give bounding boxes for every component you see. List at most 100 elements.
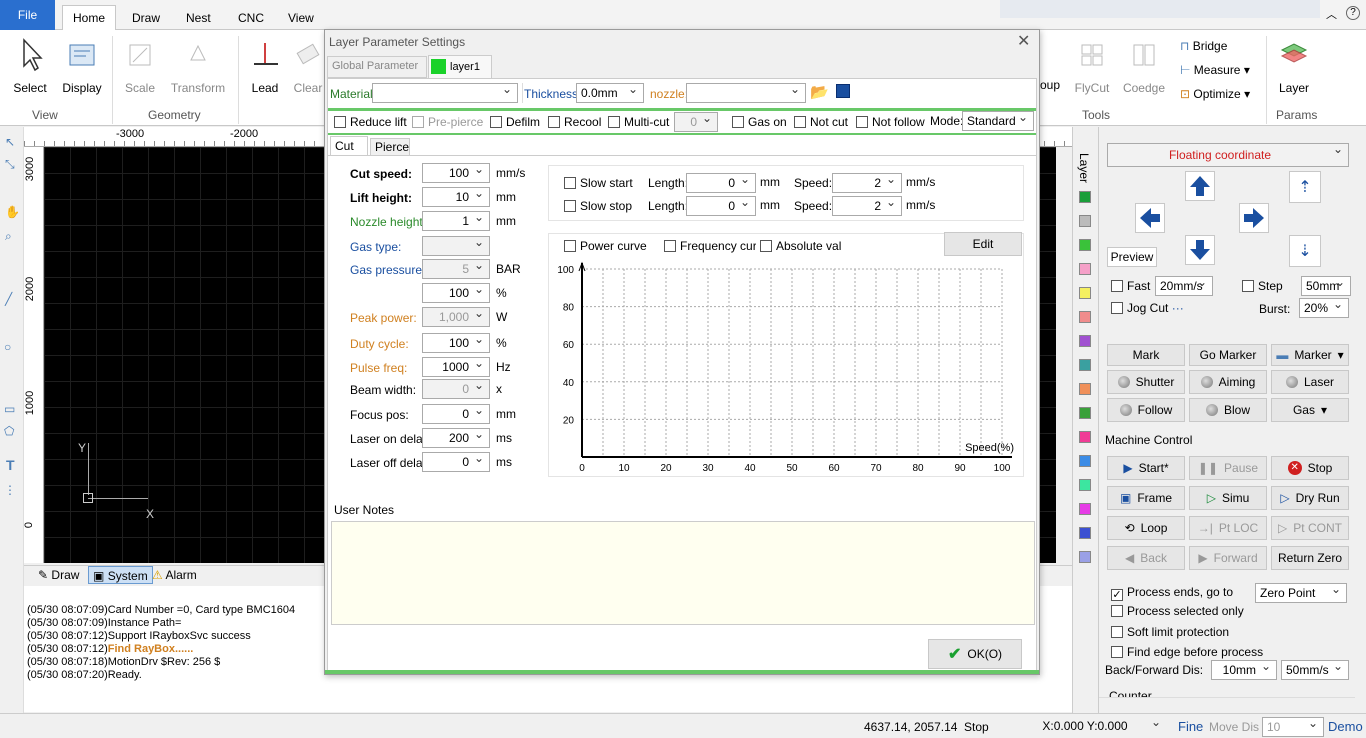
- layer-button[interactable]: Layer: [1272, 40, 1316, 95]
- zoom-tool-icon[interactable]: ⌕: [5, 229, 12, 244]
- preview-button[interactable]: Preview: [1107, 247, 1157, 267]
- nozzle-select[interactable]: [686, 82, 806, 103]
- reduce-lift-checkbox[interactable]: Reduce lift: [334, 115, 407, 129]
- close-icon[interactable]: ✕: [1017, 31, 1030, 51]
- layer-color-swatch[interactable]: [1079, 311, 1091, 323]
- fine-toggle[interactable]: Fine: [1178, 719, 1203, 734]
- multi-cut-checkbox[interactable]: Multi-cut: [608, 115, 669, 129]
- forward-button[interactable]: ▶ Forward: [1189, 546, 1267, 570]
- simu-button[interactable]: ▷ Simu: [1189, 486, 1267, 510]
- power-curve-checkbox[interactable]: Power curve: [564, 239, 647, 253]
- checkbox[interactable]: [794, 116, 806, 128]
- pt-cont-button[interactable]: ▷ Pt CONT: [1271, 516, 1349, 540]
- layer-tab-label[interactable]: Layer: [1077, 153, 1091, 183]
- measure-button[interactable]: ⊢ Measure ▾: [1180, 63, 1250, 77]
- checkbox[interactable]: [564, 177, 576, 189]
- defilm-checkbox[interactable]: Defilm: [490, 115, 540, 129]
- multi-cut-count[interactable]: 0: [674, 111, 718, 132]
- pt-loc-button[interactable]: →| Pt LOC: [1189, 516, 1267, 540]
- param-value-input[interactable]: 200: [422, 427, 490, 448]
- help-icon[interactable]: ?: [1346, 6, 1360, 20]
- fast-speed-select[interactable]: 20mm/s: [1155, 275, 1213, 296]
- return-zero-button[interactable]: Return Zero: [1271, 546, 1349, 570]
- scale-button[interactable]: Scale: [118, 40, 162, 95]
- select-button[interactable]: Select: [8, 38, 52, 95]
- checkbox[interactable]: [608, 116, 620, 128]
- rect-tool-icon[interactable]: ▭: [4, 402, 15, 416]
- slow-start-length[interactable]: 0: [686, 172, 756, 193]
- process-selected-checkbox[interactable]: Process selected only: [1111, 604, 1244, 618]
- slow-start-checkbox[interactable]: Slow start: [564, 176, 633, 190]
- checkbox[interactable]: [760, 240, 772, 252]
- z-up-button[interactable]: ⇡: [1289, 171, 1321, 203]
- checkbox[interactable]: [548, 116, 560, 128]
- material-select[interactable]: [372, 82, 518, 103]
- tab-draw[interactable]: Draw: [132, 11, 160, 25]
- checkbox[interactable]: [1111, 605, 1123, 617]
- gas-on-checkbox[interactable]: Gas on: [732, 115, 787, 129]
- param-value-input[interactable]: 5: [422, 258, 490, 279]
- checkbox[interactable]: [490, 116, 502, 128]
- power-curve-chart[interactable]: 0 10 20 30 40 50 60 70 80 90 100 100 80 60 40 20 Speed(%…: [550, 257, 1022, 477]
- layer-color-swatch[interactable]: [1079, 287, 1091, 299]
- tab-system[interactable]: ▣ System: [88, 566, 153, 584]
- jog-cut-checkbox[interactable]: Jog Cut ···: [1111, 301, 1184, 315]
- slow-stop-checkbox[interactable]: Slow stop: [564, 199, 632, 213]
- layer-color-swatch[interactable]: [1079, 263, 1091, 275]
- not-cut-checkbox[interactable]: Not cut: [794, 115, 848, 129]
- laser-button[interactable]: Laser: [1271, 370, 1349, 394]
- step-checkbox[interactable]: Step: [1242, 279, 1283, 293]
- marker-button[interactable]: ▬ Marker ▾: [1271, 344, 1349, 366]
- jog-down-button[interactable]: [1185, 235, 1215, 265]
- step-value-select[interactable]: 50mm: [1301, 275, 1351, 296]
- jog-right-button[interactable]: [1239, 203, 1269, 233]
- soft-limit-checkbox[interactable]: Soft limit protection: [1111, 625, 1229, 639]
- follow-button[interactable]: Follow: [1107, 398, 1185, 422]
- node-tool-icon[interactable]: ⤡: [5, 157, 15, 172]
- tab-draw-log[interactable]: ✎ Draw: [38, 568, 79, 582]
- checkbox[interactable]: [1111, 280, 1123, 292]
- circle-tool-icon[interactable]: ○: [4, 340, 11, 354]
- clear-button[interactable]: Clear: [290, 40, 326, 95]
- param-value-input[interactable]: 1000: [422, 356, 490, 377]
- ribbon-collapse-icon[interactable]: ︿: [1326, 6, 1337, 22]
- layer-color-swatch[interactable]: [1079, 239, 1091, 251]
- display-button[interactable]: Display: [60, 40, 104, 95]
- transform-button[interactable]: Transform: [168, 40, 228, 95]
- polygon-tool-icon[interactable]: ⬠: [4, 424, 14, 438]
- right-hscrollbar[interactable]: [1099, 697, 1355, 713]
- param-value-input[interactable]: 100: [422, 162, 490, 183]
- start-button[interactable]: ▶ Start*: [1107, 456, 1185, 480]
- pause-button[interactable]: ❚❚ Pause: [1189, 456, 1267, 480]
- layer-color-swatch[interactable]: [1079, 215, 1091, 227]
- checkbox[interactable]: [334, 116, 346, 128]
- ok-button[interactable]: ✔ OK(O): [928, 639, 1022, 669]
- tab-view[interactable]: View: [288, 11, 314, 25]
- layer-color-swatch[interactable]: [1079, 359, 1091, 371]
- go-marker-button[interactable]: Go Marker: [1189, 344, 1267, 366]
- checkbox[interactable]: [564, 200, 576, 212]
- coord-mode-select[interactable]: Floating coordinate: [1107, 142, 1349, 167]
- group-button[interactable]: oup: [1040, 78, 1060, 92]
- loop-button[interactable]: ⟲ Loop: [1107, 516, 1185, 540]
- param-value-input[interactable]: 0: [422, 451, 490, 472]
- bridge-button[interactable]: ⊓ Bridge: [1180, 39, 1227, 53]
- text-tool-icon[interactable]: T: [6, 457, 15, 473]
- slow-stop-speed[interactable]: 2: [832, 195, 902, 216]
- param-value-input[interactable]: 10: [422, 186, 490, 207]
- checkbox[interactable]: [1111, 589, 1123, 601]
- layer-color-swatch[interactable]: [1079, 431, 1091, 443]
- file-tab[interactable]: File: [0, 0, 55, 30]
- checkbox[interactable]: [732, 116, 744, 128]
- tab-home[interactable]: Home: [62, 5, 116, 31]
- back-button[interactable]: ◀ Back: [1107, 546, 1185, 570]
- frequency-curve-checkbox[interactable]: Frequency curve: [664, 239, 756, 253]
- tab-alarm[interactable]: ⚠ Alarm: [152, 568, 197, 582]
- subtab-pierce[interactable]: Pierce: [370, 138, 410, 156]
- flycut-button[interactable]: FlyCut: [1070, 40, 1114, 95]
- open-folder-icon[interactable]: 📂: [810, 83, 829, 101]
- tab-cnc[interactable]: CNC: [238, 11, 264, 25]
- line-tool-icon[interactable]: ╱: [5, 292, 12, 306]
- param-value-input[interactable]: [422, 235, 490, 256]
- layer-color-swatch[interactable]: [1079, 191, 1091, 203]
